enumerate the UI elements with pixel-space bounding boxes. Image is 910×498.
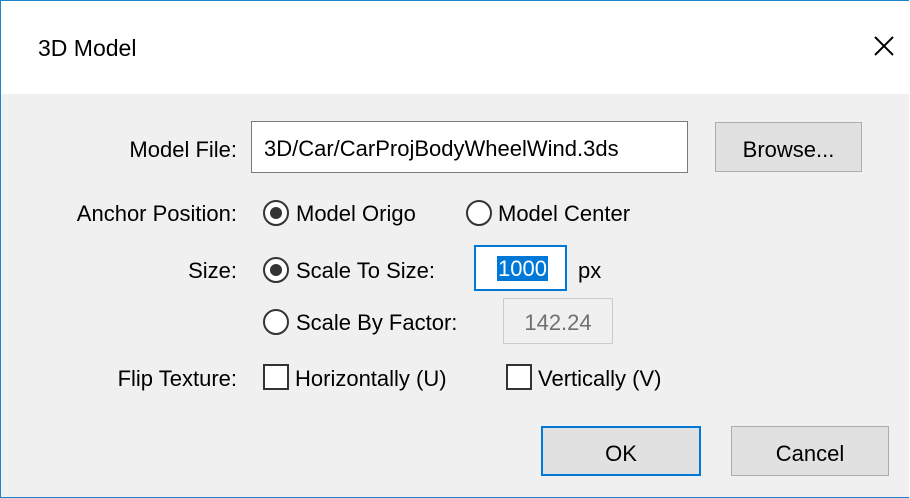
radio-scale-to-size[interactable] xyxy=(263,257,289,283)
vertically-label[interactable]: Vertically (V) xyxy=(538,366,661,392)
anchor-position-label: Anchor Position: xyxy=(76,201,237,226)
scale-by-factor-input: 142.24 xyxy=(503,298,613,344)
px-unit-label: px xyxy=(578,258,602,283)
checkbox-horizontally[interactable] xyxy=(263,364,289,390)
horizontally-label[interactable]: Horizontally (U) xyxy=(295,366,447,392)
browse-button[interactable]: Browse... xyxy=(715,122,862,172)
dialog-window: 3D Model Model File: 3D/Car/CarProjBodyW… xyxy=(0,0,909,498)
size-label: Size: xyxy=(188,258,237,283)
cancel-button[interactable]: Cancel xyxy=(731,426,889,476)
scale-by-factor-value: 142.24 xyxy=(524,310,592,335)
radio-model-center[interactable] xyxy=(466,200,492,226)
radio-scale-by-factor[interactable] xyxy=(263,309,289,335)
model-file-input[interactable]: 3D/Car/CarProjBodyWheelWind.3ds xyxy=(251,121,688,173)
scale-by-factor-label[interactable]: Scale By Factor: xyxy=(296,310,457,336)
model-file-label: Model File: xyxy=(129,137,237,162)
close-icon[interactable] xyxy=(867,29,901,63)
window-title: 3D Model xyxy=(38,35,137,61)
radio-selected-dot xyxy=(270,207,282,219)
model-file-value: 3D/Car/CarProjBodyWheelWind.3ds xyxy=(264,136,619,161)
scale-to-size-label[interactable]: Scale To Size: xyxy=(296,258,435,284)
ok-button[interactable]: OK xyxy=(541,426,701,476)
flip-texture-label: Flip Texture: xyxy=(117,366,237,391)
radio-model-origo[interactable] xyxy=(263,200,289,226)
checkbox-vertically[interactable] xyxy=(506,364,532,390)
scale-to-size-value: 1000 xyxy=(497,256,548,281)
scale-to-size-input[interactable]: 1000 xyxy=(474,245,567,291)
radio-selected-dot xyxy=(270,264,282,276)
option-model-origo-label[interactable]: Model Origo xyxy=(296,201,416,227)
option-model-center-label[interactable]: Model Center xyxy=(498,201,630,227)
title-bar: 3D Model xyxy=(1,1,909,94)
